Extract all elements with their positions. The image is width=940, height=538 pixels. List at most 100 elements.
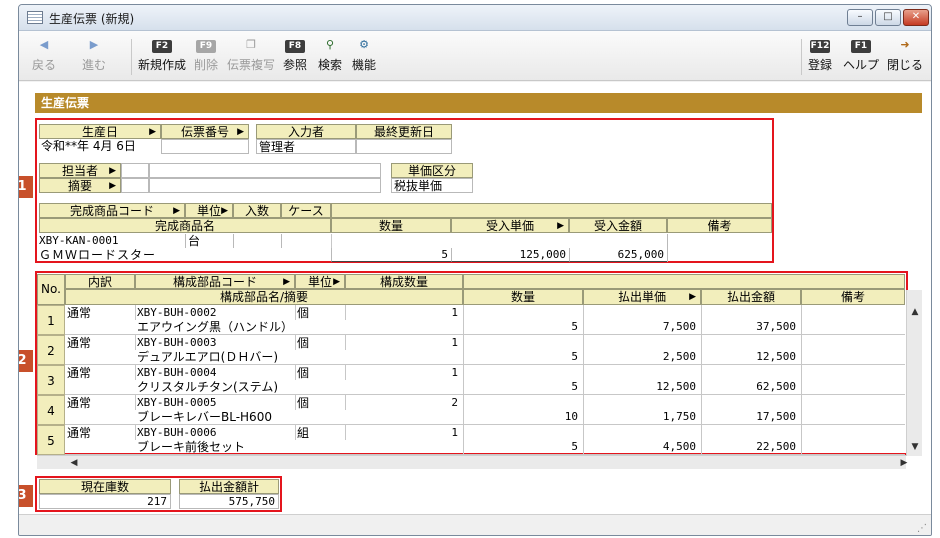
exit-icon: ➜ — [900, 38, 910, 51]
close-button[interactable]: ➜ 閉じる — [885, 37, 925, 73]
grid-cell-unit[interactable]: 個 — [297, 366, 343, 380]
title-bar: 生産伝票 (新規) – □ ✕ — [19, 5, 931, 31]
case-field[interactable] — [281, 234, 331, 248]
grid-cell-type[interactable]: 通常 — [67, 366, 133, 380]
resize-grip-icon[interactable]: ⋰ — [917, 523, 927, 534]
grid-cell-type[interactable]: 通常 — [67, 396, 133, 410]
grid-cell-code[interactable]: XBY-BUH-0003 — [137, 336, 293, 350]
help-button[interactable]: F1 ヘルプ — [839, 37, 883, 73]
minimize-button[interactable]: – — [847, 9, 873, 26]
slip-number-label[interactable]: 伝票番号 ▶ — [161, 124, 249, 139]
grid-cell-type[interactable]: 通常 — [67, 336, 133, 350]
row-number[interactable]: 3 — [37, 365, 65, 395]
function-button[interactable]: ⚙ 機能 — [349, 37, 379, 73]
maximize-button[interactable]: □ — [875, 9, 901, 26]
date-label[interactable]: 生産日 ▶ — [39, 124, 161, 139]
back-button[interactable]: ◀ 戻る — [27, 37, 61, 73]
grid-cell-name[interactable]: ブレーキ前後セット — [137, 440, 461, 454]
grid-cell-qty[interactable]: 5 — [465, 380, 581, 394]
grid-cell-type[interactable]: 通常 — [67, 306, 133, 320]
grid-cell-code[interactable]: XBY-BUH-0002 — [137, 306, 293, 320]
grid-cell-name[interactable]: クリスタルチタン(ステム) — [137, 380, 461, 394]
row-number[interactable]: 4 — [37, 395, 65, 425]
grid-cell-qty[interactable]: 5 — [465, 350, 581, 364]
staff-code-field[interactable] — [121, 163, 149, 178]
grid-cell-comp-qty[interactable]: 1 — [347, 426, 461, 440]
product-qty-field[interactable]: 5 — [331, 248, 451, 262]
grid-cell-amount[interactable]: 37,500 — [703, 320, 799, 334]
grid-cell-comp-qty[interactable]: 1 — [347, 306, 461, 320]
row-number[interactable]: 2 — [37, 335, 65, 365]
search-button[interactable]: ⚲ 検索 — [315, 37, 345, 73]
product-note-label: 備考 — [667, 218, 772, 233]
grid-cell-comp-qty[interactable]: 2 — [347, 396, 461, 410]
memo-code-field[interactable] — [121, 178, 149, 193]
slip-number-field[interactable] — [161, 139, 249, 154]
product-unit-field[interactable]: 台 — [185, 234, 233, 248]
scroll-down-icon[interactable]: ▼ — [908, 440, 922, 454]
unit-price-field[interactable]: 125,000 — [451, 248, 569, 262]
vertical-scrollbar[interactable]: ▲ ▼ — [906, 290, 922, 456]
case-label: ケース — [281, 203, 331, 218]
grid-cell-comp-qty[interactable]: 1 — [347, 336, 461, 350]
memo-field[interactable] — [149, 178, 381, 193]
grid-cell-qty[interactable]: 10 — [465, 410, 581, 424]
scroll-left-icon[interactable]: ◀ — [67, 456, 81, 470]
qty-in-field[interactable] — [233, 234, 281, 248]
grid-cell-name[interactable]: ブレーキレバーBL-H600 — [137, 410, 461, 424]
grid-cell-type[interactable]: 通常 — [67, 426, 133, 440]
row-number[interactable]: 1 — [37, 305, 65, 335]
grid-cell-price[interactable]: 7,500 — [585, 320, 699, 334]
grid-cell-code[interactable]: XBY-BUH-0004 — [137, 366, 293, 380]
product-code-label[interactable]: 完成商品コード ▶ — [39, 203, 185, 218]
search-icon: ⚲ — [325, 38, 335, 51]
scroll-up-icon[interactable]: ▲ — [908, 305, 922, 319]
grid-cell-qty[interactable]: 5 — [465, 440, 581, 454]
row-number[interactable]: 5 — [37, 425, 65, 455]
arrow-right-icon: ▶ — [89, 38, 99, 51]
product-name-field[interactable]: ＧＭＷロードスター — [39, 248, 331, 262]
payout-price-header[interactable]: 払出単価 ▶ — [583, 289, 701, 305]
reference-button[interactable]: F8 参照 — [281, 37, 309, 73]
scroll-right-icon[interactable]: ▶ — [897, 456, 911, 470]
staff-label[interactable]: 担当者 ▶ — [39, 163, 121, 178]
grid-cell-amount[interactable]: 62,500 — [703, 380, 799, 394]
delete-button[interactable]: F9 削除 — [191, 37, 221, 73]
component-code-header[interactable]: 構成部品コード ▶ — [135, 274, 295, 289]
grid-cell-code[interactable]: XBY-BUH-0006 — [137, 426, 293, 440]
grid-cell-code[interactable]: XBY-BUH-0005 — [137, 396, 293, 410]
close-window-button[interactable]: ✕ — [903, 9, 929, 26]
grid-cell-unit[interactable]: 個 — [297, 396, 343, 410]
grid-cell-unit[interactable]: 個 — [297, 336, 343, 350]
grid-cell-unit[interactable]: 組 — [297, 426, 343, 440]
grid-cell-price[interactable]: 12,500 — [585, 380, 699, 394]
grid-cell-price[interactable]: 1,750 — [585, 410, 699, 424]
price-type-label: 単価区分 — [391, 163, 473, 178]
grid-cell-amount[interactable]: 17,500 — [703, 410, 799, 424]
new-button[interactable]: F2 新規作成 — [135, 37, 189, 73]
grid-cell-price[interactable]: 4,500 — [585, 440, 699, 454]
grid-cell-name[interactable]: デュアルエアロ(ＤＨバー) — [137, 350, 461, 364]
staff-name-field[interactable] — [149, 163, 381, 178]
product-note-field[interactable] — [667, 234, 772, 262]
grid-cell-amount[interactable]: 12,500 — [703, 350, 799, 364]
grid-cell-qty[interactable]: 5 — [465, 320, 581, 334]
grid-cell-amount[interactable]: 22,500 — [703, 440, 799, 454]
date-field[interactable]: 令和**年 4月 6日 — [39, 139, 161, 154]
product-unit-label[interactable]: 単位 ▶ — [185, 203, 233, 218]
forward-button[interactable]: ▶ 進む — [77, 37, 111, 73]
register-button[interactable]: F12 登録 — [805, 37, 835, 73]
product-name-label: 完成商品名 — [39, 218, 331, 233]
grid-cell-price[interactable]: 2,500 — [585, 350, 699, 364]
grid-cell-comp-qty[interactable]: 1 — [347, 366, 461, 380]
badge-1: 1 — [19, 176, 33, 198]
copy-slip-button[interactable]: ❐ 伝票複写 — [225, 37, 277, 73]
grid-cell-unit[interactable]: 個 — [297, 306, 343, 320]
product-code-field[interactable]: XBY-KAN-0001 — [39, 234, 185, 248]
unit-price-label[interactable]: 受入単価 ▶ — [451, 218, 569, 233]
component-unit-header[interactable]: 単位 ▶ — [295, 274, 345, 289]
memo-label[interactable]: 摘要 ▶ — [39, 178, 121, 193]
price-type-field[interactable]: 税抜単価 — [391, 178, 473, 193]
horizontal-scrollbar[interactable]: ◀ ▶ — [37, 455, 907, 470]
grid-cell-name[interactable]: エアウイング黒（ハンドル） — [137, 320, 461, 334]
